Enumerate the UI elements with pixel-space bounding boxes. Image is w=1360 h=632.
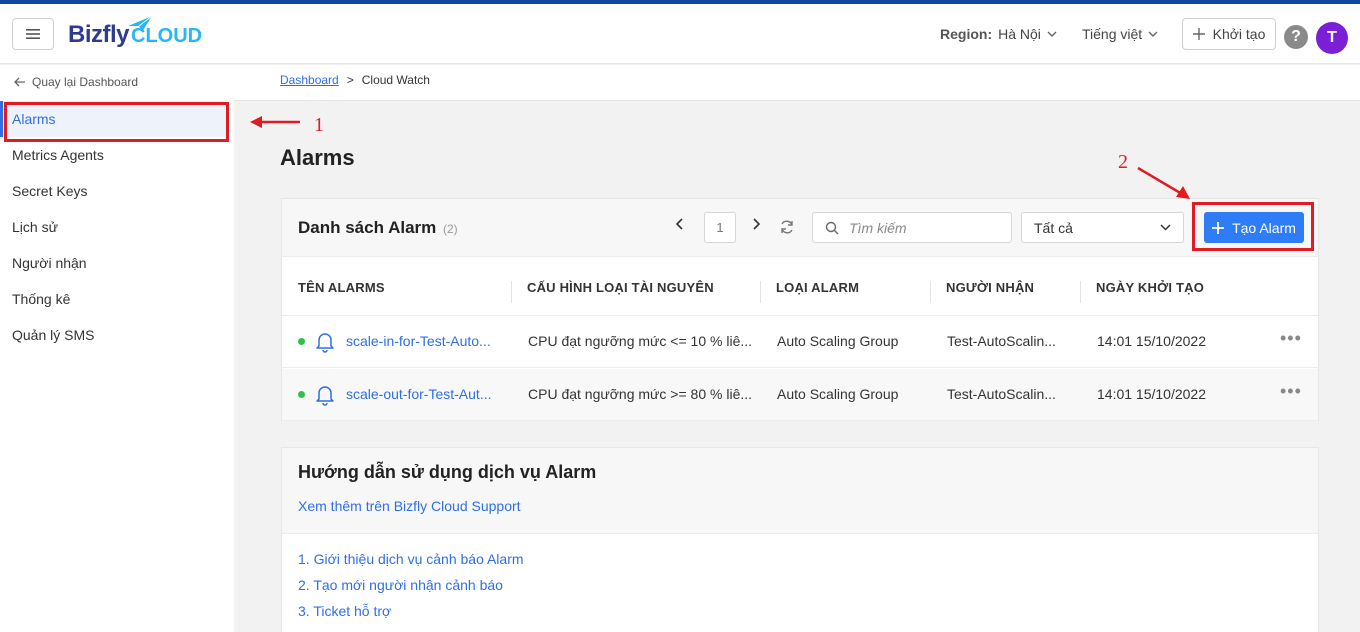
annotation-highlight-create-alarm: [1192, 202, 1314, 251]
breadcrumb-separator: >: [346, 73, 354, 87]
bell-icon: [316, 333, 334, 353]
table-header-row: TÊN ALARMS CẤU HÌNH LOẠI TÀI NGUYÊN LOẠI…: [282, 258, 1318, 316]
alarm-recipient: Test-AutoScalin...: [947, 386, 1056, 402]
alarm-list-title: Danh sách Alarm (2): [298, 218, 458, 237]
alarm-config: CPU đạt ngưỡng mức >= 80 % liê...: [528, 386, 753, 402]
guide-link-create-recipient[interactable]: 2. Tạo mới người nhận cảnh báo: [298, 577, 503, 593]
filter-select[interactable]: Tất cả: [1021, 212, 1184, 243]
hamburger-icon: [26, 29, 40, 39]
chevron-left-icon[interactable]: [676, 218, 684, 230]
column-header-resource-config[interactable]: CẤU HÌNH LOẠI TÀI NGUYÊN: [527, 280, 714, 295]
alarm-recipient: Test-AutoScalin...: [947, 333, 1056, 349]
page-number-input[interactable]: 1: [704, 212, 736, 243]
column-divider: [1080, 281, 1081, 303]
guide-link-intro[interactable]: 1. Giới thiệu dịch vụ cảnh báo Alarm: [298, 551, 524, 567]
arrow-left-icon: [14, 77, 25, 87]
alarm-name-link[interactable]: scale-in-for-Test-Auto...: [346, 333, 491, 349]
alarm-list-card: Danh sách Alarm (2) 1 Tất cả Tạo Alarm T…: [281, 198, 1319, 421]
sidebar-item-sms-management[interactable]: Quản lý SMS: [0, 317, 226, 353]
column-header-created-date[interactable]: NGÀY KHỞI TẠO: [1096, 280, 1204, 295]
refresh-icon[interactable]: [779, 219, 795, 235]
guide-link-support-ticket[interactable]: 3. Ticket hỗ trợ: [298, 603, 391, 619]
chevron-right-icon[interactable]: [752, 218, 760, 230]
chevron-down-icon: [1160, 224, 1171, 231]
sidebar: Quay lại Dashboard Alarms Metrics Agents…: [0, 65, 234, 632]
region-value: Hà Nội: [998, 26, 1041, 42]
breadcrumb-dashboard-link[interactable]: Dashboard: [280, 73, 339, 87]
region-selector[interactable]: Region: Hà Nội: [940, 26, 1057, 42]
column-divider: [760, 281, 761, 303]
column-header-name[interactable]: TÊN ALARMS: [298, 280, 385, 295]
create-resource-button[interactable]: Khởi tạo: [1182, 18, 1276, 50]
table-row[interactable]: scale-out-for-Test-Aut... CPU đạt ngưỡng…: [282, 369, 1318, 421]
back-to-dashboard-link[interactable]: Quay lại Dashboard: [14, 75, 138, 89]
sidebar-item-recipients[interactable]: Người nhận: [0, 245, 226, 281]
alarm-list-header: Danh sách Alarm (2) 1 Tất cả Tạo Alarm: [282, 199, 1318, 257]
chevron-down-icon: [1148, 31, 1158, 37]
status-dot: [298, 338, 305, 345]
alarm-type: Auto Scaling Group: [777, 386, 899, 402]
language-value: Tiếng việt: [1082, 26, 1143, 42]
usage-guide-card: Hướng dẫn sử dụng dịch vụ Alarm Xem thêm…: [281, 447, 1319, 632]
sidebar-item-secret-keys[interactable]: Secret Keys: [0, 173, 226, 209]
usage-guide-title: Hướng dẫn sử dụng dịch vụ Alarm: [298, 462, 597, 482]
sidebar-item-statistics[interactable]: Thống kê: [0, 281, 226, 317]
paper-plane-icon: [128, 15, 153, 32]
alarm-created-date: 14:01 15/10/2022: [1097, 333, 1206, 349]
alarm-config: CPU đạt ngưỡng mức <= 10 % liê...: [528, 333, 753, 349]
sidebar-item-metrics-agents[interactable]: Metrics Agents: [0, 137, 226, 173]
help-icon[interactable]: ?: [1284, 25, 1308, 49]
search-icon: [825, 221, 839, 234]
annotation-number-2: 2: [1118, 151, 1128, 173]
usage-guide-header: Hướng dẫn sử dụng dịch vụ Alarm Xem thêm…: [282, 448, 1318, 534]
plus-icon: [1192, 28, 1205, 40]
annotation-highlight-alarms: [4, 102, 229, 142]
alarm-created-date: 14:01 15/10/2022: [1097, 386, 1206, 402]
bizfly-logo[interactable]: Bizfly CLOUD: [68, 15, 202, 52]
breadcrumb-bar: Dashboard > Cloud Watch: [234, 65, 1360, 101]
more-actions-icon[interactable]: •••: [1280, 381, 1302, 402]
column-header-alarm-type[interactable]: LOẠI ALARM: [776, 280, 859, 295]
column-divider: [930, 281, 931, 303]
page-title: Alarms: [280, 145, 355, 170]
hamburger-menu-button[interactable]: [12, 18, 54, 50]
alarm-name-link[interactable]: scale-out-for-Test-Aut...: [346, 386, 492, 402]
search-input[interactable]: [849, 219, 999, 236]
bell-icon: [316, 386, 334, 406]
support-link[interactable]: Xem thêm trên Bizfly Cloud Support: [298, 498, 521, 514]
alarm-count: (2): [442, 222, 458, 236]
annotation-number-1: 1: [314, 114, 324, 136]
user-avatar[interactable]: T: [1316, 22, 1348, 54]
search-box[interactable]: [812, 212, 1012, 243]
column-header-recipient[interactable]: NGƯỜI NHẬN: [946, 280, 1034, 295]
status-dot: [298, 391, 305, 398]
top-header: Bizfly CLOUD Region: Hà Nội Tiếng việt K…: [0, 4, 1360, 64]
table-row[interactable]: scale-in-for-Test-Auto... CPU đạt ngưỡng…: [282, 316, 1318, 368]
column-divider: [511, 281, 512, 303]
language-selector[interactable]: Tiếng việt: [1082, 26, 1158, 42]
alarm-type: Auto Scaling Group: [777, 333, 899, 349]
sidebar-item-history[interactable]: Lịch sử: [0, 209, 226, 245]
breadcrumb: Dashboard > Cloud Watch: [280, 73, 430, 87]
breadcrumb-current: Cloud Watch: [361, 73, 430, 87]
chevron-down-icon: [1047, 31, 1057, 37]
more-actions-icon[interactable]: •••: [1280, 328, 1302, 349]
